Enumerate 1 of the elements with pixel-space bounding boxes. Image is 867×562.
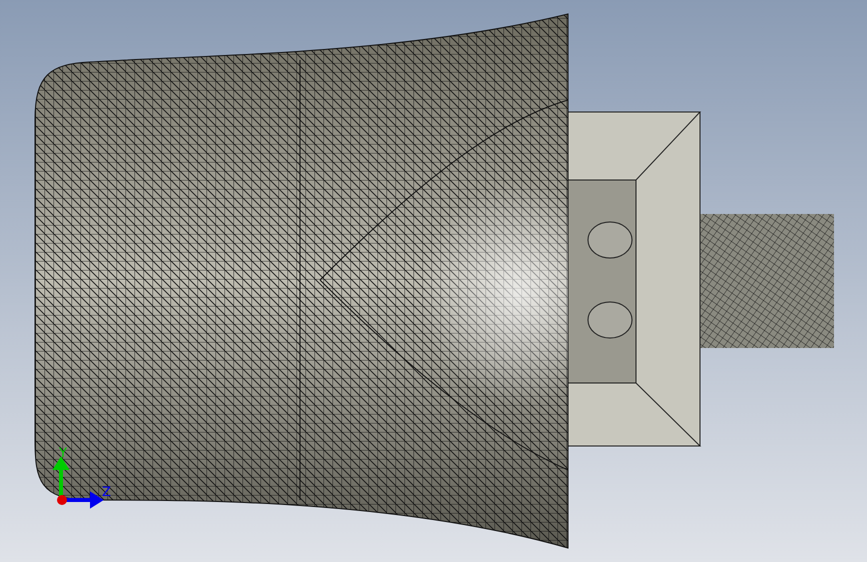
origin-icon (57, 495, 67, 505)
